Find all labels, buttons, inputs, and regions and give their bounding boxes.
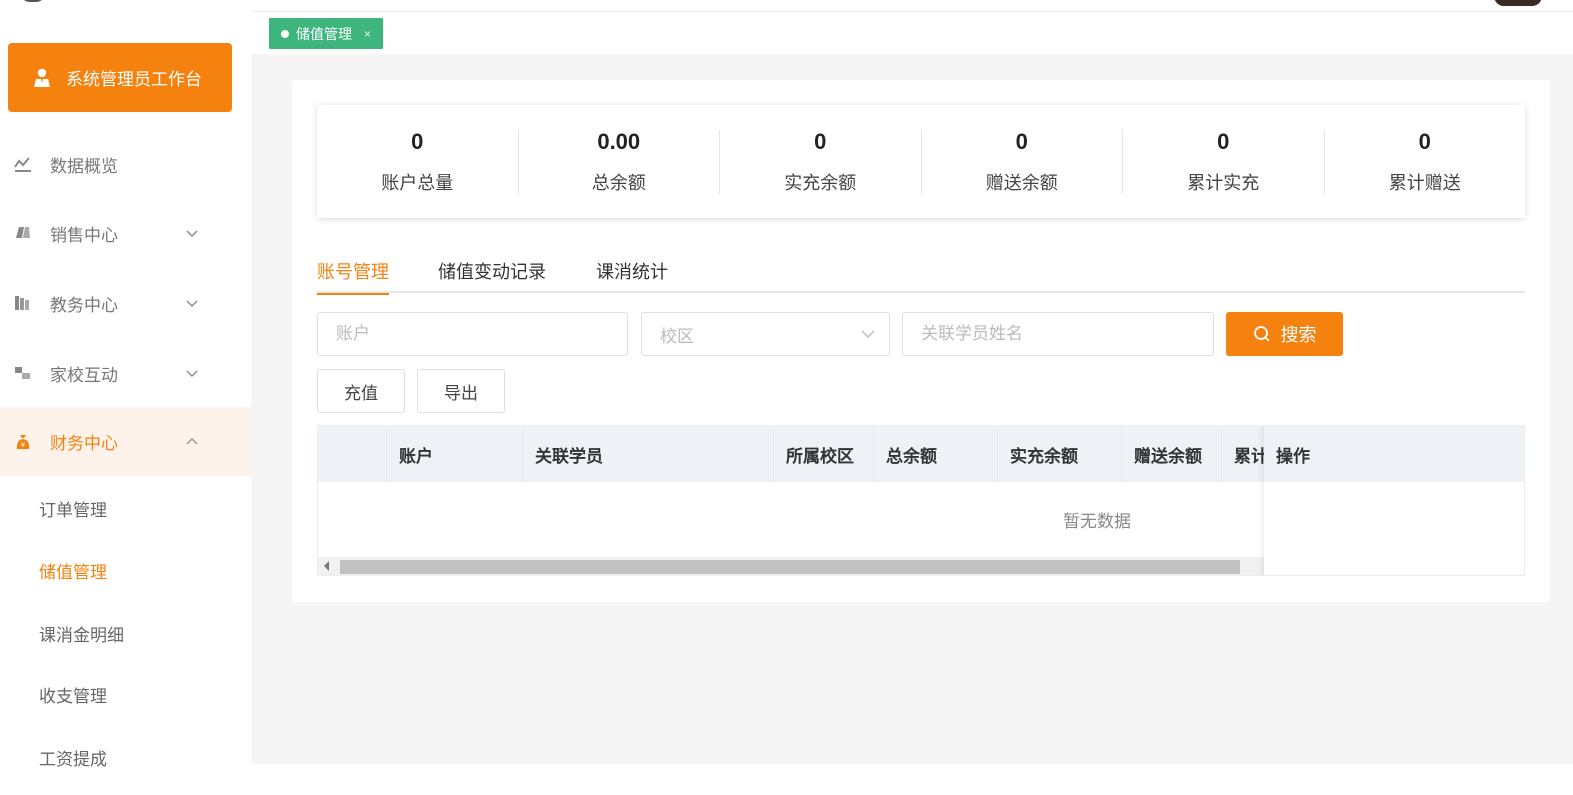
tab-label: 储值管理 [296,25,352,42]
svg-text:¥: ¥ [21,441,26,449]
tag-icon [14,224,32,242]
chart-line-icon [14,155,32,173]
stat-total-balance: 0.00 总余额 [519,128,720,194]
menu-item-sales[interactable]: 销售中心 [0,203,251,263]
scroll-thumb[interactable] [340,560,1240,574]
search-label: 搜索 [1280,325,1317,345]
user-icon [32,68,52,88]
menu-label: 数据概览 [50,156,118,176]
campus-select[interactable]: 校区 [641,312,890,356]
menu-label: 财务中心 [50,434,118,453]
menu-label: 销售中心 [50,225,118,245]
column-header-actions: 操作 [1264,426,1524,482]
recharge-button[interactable]: 充值 [317,369,405,413]
export-button[interactable]: 导出 [417,369,505,413]
content-card: 0 账户总量 0.00 总余额 0 实充余额 0 赠送余额 0 累计实充 0 累… [292,80,1550,602]
stat-label: 实充余额 [784,172,857,193]
column-header-gift-balance: 赠送余额 [1122,426,1222,482]
logo [20,0,46,2]
stat-cumulative-paid: 0 累计实充 [1123,128,1325,194]
admin-workbench-button[interactable]: 系统管理员工作台 [8,43,232,112]
chevron-down-icon [186,370,198,377]
tab-stored-value-changes[interactable]: 储值变动记录 [438,258,546,293]
avatar[interactable] [1494,0,1542,6]
menu-item-home-school[interactable]: 家校互动 [0,343,251,403]
interaction-icon [14,364,32,382]
active-dot-icon [281,29,289,38]
chevron-down-icon [861,330,875,338]
search-button[interactable]: 搜索 [1226,312,1343,356]
stat-value: 0 [411,128,424,154]
stat-value: 0 [1217,128,1230,154]
menu-label: 家校互动 [50,365,118,385]
money-bag-icon: ¥ [14,433,32,451]
menu-item-data-overview[interactable]: 数据概览 [0,134,251,194]
open-tab-stored-value[interactable]: 储值管理 × [269,18,384,49]
top-bar [251,0,1573,12]
empty-text: 暂无数据 [1063,512,1131,531]
menu-label: 教务中心 [50,295,118,315]
column-header-paid-balance: 实充余额 [998,426,1122,482]
stat-account-total: 0 账户总量 [317,128,519,194]
stat-value: 0 [814,128,827,154]
account-input[interactable] [317,312,628,356]
submenu-item-stored-value[interactable]: 储值管理 [39,558,107,583]
stat-value: 0.00 [597,128,641,154]
campus-placeholder: 校区 [660,326,694,346]
column-header-total-balance: 总余额 [874,426,998,482]
stat-paid-balance: 0 实充余额 [720,128,922,194]
chevron-down-icon [186,230,198,237]
content-tabs: 账号管理 储值变动记录 课消统计 [317,248,1525,295]
tab-lesson-consumption-stats[interactable]: 课消统计 [596,258,668,293]
accounts-table: 账户 关联学员 所属校区 总余额 实充余额 赠送余额 累计 暂无数据 操作 [317,425,1525,576]
stat-label: 总余额 [591,172,646,193]
student-name-input[interactable] [902,312,1214,356]
chevron-up-icon [186,437,198,444]
stat-gift-balance: 0 赠送余额 [922,128,1123,194]
stats-panel: 0 账户总量 0.00 总余额 0 实充余额 0 赠送余额 0 累计实充 0 累… [317,105,1525,218]
fixed-actions-column: 操作 [1264,426,1524,575]
column-header-campus: 所属校区 [774,426,874,482]
stat-cumulative-gift: 0 累计赠送 [1325,128,1526,194]
column-header-account: 账户 [387,426,524,482]
submenu-item-salary-commission[interactable]: 工资提成 [39,745,107,770]
workbench-label: 系统管理员工作台 [66,70,202,89]
main-content: 0 账户总量 0.00 总余额 0 实充余额 0 赠送余额 0 累计实充 0 累… [251,54,1573,764]
stat-value: 0 [1418,128,1431,154]
column-header-student: 关联学员 [524,426,774,482]
stat-label: 累计实充 [1187,172,1260,193]
scroll-left-icon[interactable] [324,561,329,571]
chevron-down-icon [186,300,198,307]
column-header-selection [318,426,387,482]
tab-account-management[interactable]: 账号管理 [317,258,389,295]
stat-label: 账户总量 [381,172,454,193]
submenu-item-income-expense[interactable]: 收支管理 [39,682,107,707]
menu-item-academic[interactable]: 教务中心 [0,273,251,333]
submenu-item-lesson-fee-detail[interactable]: 课消金明细 [39,621,124,646]
close-icon[interactable]: × [364,27,371,41]
search-icon [1253,326,1270,342]
stat-value: 0 [1015,128,1028,154]
stat-label: 赠送余额 [985,172,1058,193]
sidebar: 系统管理员工作台 数据概览 销售中心 教务中心 家校互动 ¥ 财务中心 订单管理… [0,0,251,795]
account-field[interactable] [336,313,627,355]
menu-item-finance[interactable]: ¥ 财务中心 [0,407,251,476]
student-name-field[interactable] [921,313,1213,355]
tag-bar: 储值管理 × [251,13,1573,54]
books-icon [14,294,32,312]
stat-label: 累计赠送 [1388,172,1461,193]
submenu-item-orders[interactable]: 订单管理 [39,496,107,521]
